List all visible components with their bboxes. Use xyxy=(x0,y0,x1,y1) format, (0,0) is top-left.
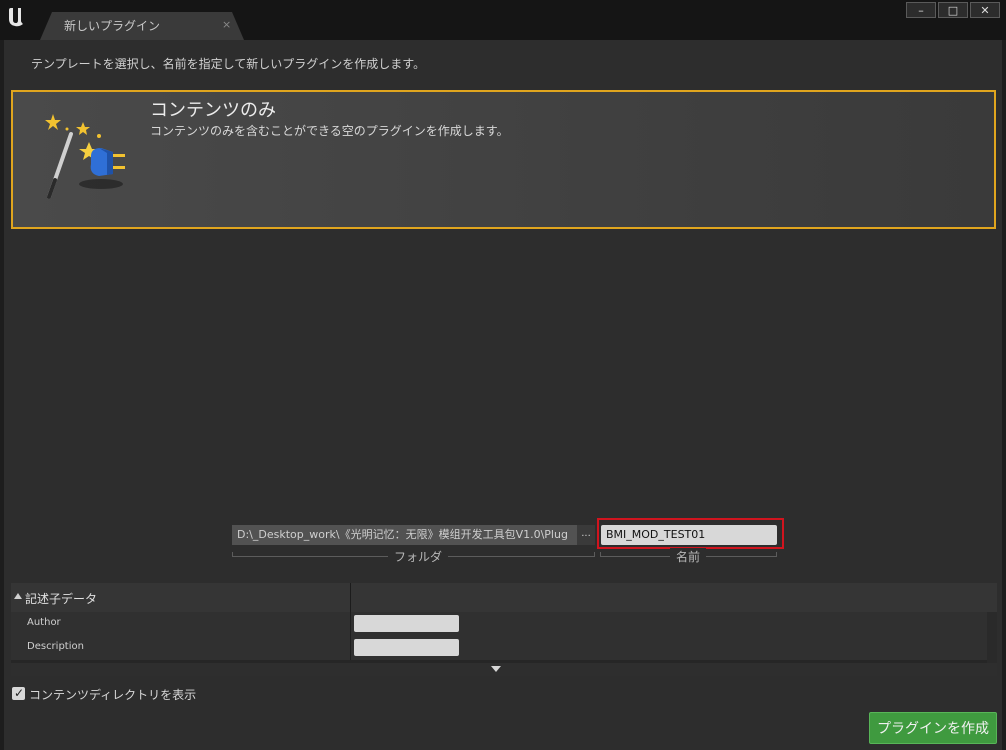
close-button[interactable]: ✕ xyxy=(970,2,1000,18)
tab-close-icon[interactable]: × xyxy=(222,18,231,31)
title-bar: 新しいプラグイン × – □ ✕ xyxy=(0,0,1006,40)
description-label: Description xyxy=(27,641,84,652)
plugin-name-field[interactable]: BMI_MOD_TEST01 xyxy=(601,525,777,545)
description-field[interactable] xyxy=(354,639,459,656)
column-divider xyxy=(350,636,351,660)
folder-label: フォルダ xyxy=(388,548,449,565)
expand-down-icon[interactable] xyxy=(491,666,501,672)
author-field[interactable] xyxy=(354,615,459,632)
instruction-text: テンプレートを選択し、名前を指定して新しいプラグインを作成します。 xyxy=(31,57,426,71)
name-label: 名前 xyxy=(670,548,707,565)
show-content-directory-label[interactable]: コンテンツディレクトリを表示 xyxy=(29,686,196,703)
column-divider xyxy=(350,612,351,636)
minimize-button[interactable]: – xyxy=(906,2,936,18)
window-controls: – □ ✕ xyxy=(906,2,1000,18)
browse-folder-button[interactable]: ... xyxy=(577,525,595,545)
template-description: コンテンツのみを含むことができる空のプラグインを作成します。 xyxy=(150,124,509,138)
folder-path-field[interactable]: D:\_Desktop_work\《光明记忆：无限》模组开发工具包V1.0\Pl… xyxy=(232,525,577,545)
template-title: コンテンツのみ xyxy=(150,100,276,121)
checkmark-icon: ✓ xyxy=(14,686,25,700)
author-label: Author xyxy=(27,617,61,628)
unreal-logo-icon xyxy=(9,8,23,27)
descriptor-data-panel: 記述子データ Author Description xyxy=(11,583,997,676)
collapse-arrow-icon[interactable] xyxy=(14,593,22,599)
descriptor-data-header[interactable]: 記述子データ xyxy=(11,583,997,612)
property-row-author: Author xyxy=(11,612,987,636)
property-row-description: Description xyxy=(11,636,987,660)
column-divider xyxy=(350,583,351,612)
create-plugin-button[interactable]: プラグインを作成 xyxy=(869,712,997,744)
maximize-button[interactable]: □ xyxy=(938,2,968,18)
template-card-content-only[interactable]: コンテンツのみ コンテンツのみを含むことができる空のプラグインを作成します。 xyxy=(11,90,996,229)
show-advanced-bar[interactable] xyxy=(11,663,997,676)
tab-title: 新しいプラグイン xyxy=(64,19,161,33)
magic-wand-plug-icon xyxy=(45,114,125,199)
show-content-directory-checkbox[interactable]: ✓ xyxy=(12,686,25,700)
details-scrollbar[interactable] xyxy=(987,612,997,663)
descriptor-data-title: 記述子データ xyxy=(25,592,98,606)
